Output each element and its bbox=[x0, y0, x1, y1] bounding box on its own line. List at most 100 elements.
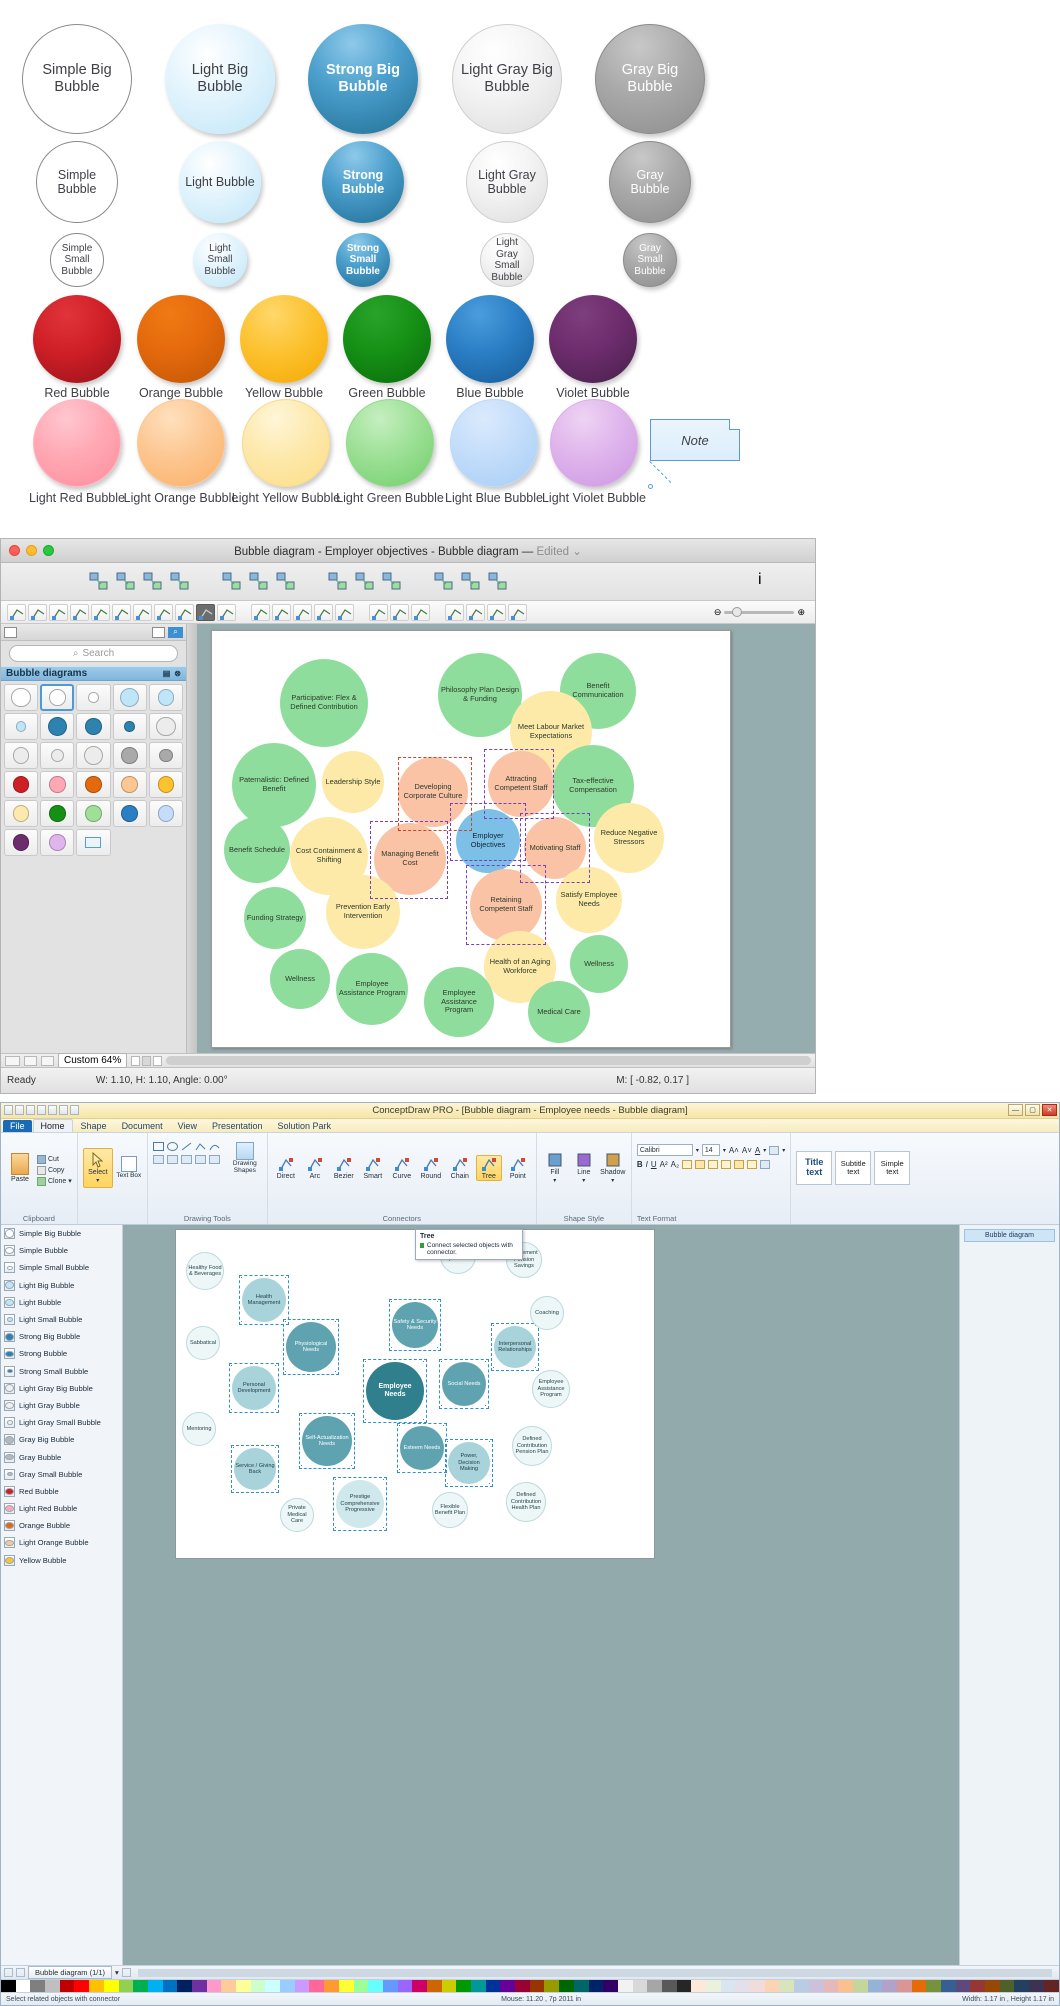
selection-box[interactable] bbox=[283, 1319, 339, 1375]
bubble-lred[interactable] bbox=[33, 399, 121, 487]
palette-swatch[interactable] bbox=[426, 1980, 442, 1992]
windows-canvas[interactable]: Employee Needs Physiological Needs Safety … bbox=[123, 1225, 959, 1965]
zoom-slider-track[interactable] bbox=[724, 606, 795, 617]
connector-smart-button[interactable]: Smart bbox=[360, 1156, 386, 1180]
shrink-font-icon[interactable]: A˅ bbox=[742, 1146, 752, 1155]
bubble-node[interactable]: Wellness bbox=[270, 949, 330, 1009]
stencil-item-lgray[interactable] bbox=[40, 742, 75, 769]
distribute-icon[interactable] bbox=[166, 1155, 178, 1164]
rectangle-tool-icon[interactable] bbox=[152, 1142, 164, 1151]
bubble-node[interactable]: Coaching bbox=[530, 1296, 564, 1330]
palette-swatch[interactable] bbox=[456, 1980, 471, 1992]
stencil-item-note[interactable] bbox=[76, 829, 111, 856]
bubble-node[interactable]: Private Medical Care bbox=[280, 1498, 314, 1532]
bubble-light-small-bubble[interactable]: Light Small Bubble bbox=[193, 233, 247, 287]
copy-button[interactable]: Copy bbox=[37, 1165, 72, 1175]
palette-swatch[interactable] bbox=[30, 1980, 46, 1992]
hscroll-track[interactable] bbox=[166, 1056, 811, 1065]
stencil-list-item[interactable]: Yellow Bubble bbox=[1, 1552, 122, 1569]
palette-swatch[interactable] bbox=[368, 1980, 383, 1992]
pointer-tool-icon[interactable] bbox=[7, 603, 26, 621]
angle-icon[interactable] bbox=[293, 603, 312, 621]
maximize-button[interactable]: ▢ bbox=[1025, 1104, 1040, 1116]
pause-icon[interactable] bbox=[5, 1055, 20, 1066]
palette-swatch[interactable] bbox=[382, 1980, 398, 1992]
bubble-lviolet[interactable] bbox=[550, 399, 638, 487]
palette-swatch[interactable] bbox=[15, 1980, 31, 1992]
stencil-list-item[interactable]: Strong Bubble bbox=[1, 1345, 122, 1362]
bubble-green[interactable] bbox=[343, 295, 431, 383]
stencil-list-item[interactable]: Simple Small Bubble bbox=[1, 1259, 122, 1276]
palette-swatch[interactable] bbox=[118, 1980, 134, 1992]
palette-swatch[interactable] bbox=[1043, 1980, 1059, 1992]
quick-style-subtitle-text[interactable]: Subtitle text bbox=[835, 1151, 872, 1185]
rotate-icon[interactable] bbox=[194, 1155, 206, 1164]
bubble-red[interactable] bbox=[33, 295, 121, 383]
superscript-icon[interactable]: A² bbox=[660, 1160, 668, 1169]
eyedropper-icon[interactable] bbox=[508, 603, 527, 621]
stencil-list-item[interactable]: Gray Big Bubble bbox=[1, 1431, 122, 1448]
arc-connector-icon[interactable] bbox=[112, 603, 131, 621]
palette-swatch[interactable] bbox=[867, 1980, 883, 1992]
ribbon-tab-file[interactable]: File bbox=[3, 1120, 32, 1132]
palette-swatch[interactable] bbox=[882, 1980, 897, 1992]
bubble-light-gray-big-bubble[interactable]: Light Gray Big Bubble bbox=[452, 24, 562, 134]
stencil-item-gray[interactable] bbox=[148, 742, 183, 769]
palette-swatch[interactable] bbox=[691, 1980, 706, 1992]
diagram-page[interactable]: Participative: Flex & Defined Contributi… bbox=[211, 630, 731, 1048]
quick-style-title-text[interactable]: Title text bbox=[796, 1151, 833, 1185]
stencil-item-light[interactable] bbox=[112, 684, 147, 711]
window-controls[interactable]: — ▢ ✕ bbox=[1008, 1104, 1057, 1116]
align-middle-icon[interactable] bbox=[734, 1160, 745, 1169]
connector-arc-button[interactable]: Arc bbox=[302, 1156, 328, 1180]
list-view-icon[interactable] bbox=[4, 626, 17, 638]
bubble-yellow[interactable] bbox=[240, 295, 328, 383]
palette-swatch[interactable] bbox=[573, 1980, 589, 1992]
prev-page-icon[interactable] bbox=[24, 1055, 37, 1066]
stencil-item-lviolet[interactable] bbox=[40, 829, 75, 856]
palette-swatch[interactable] bbox=[471, 1980, 486, 1992]
save-icon[interactable] bbox=[15, 1105, 24, 1115]
stencil-list-item[interactable]: Light Big Bubble bbox=[1, 1277, 122, 1294]
align-top-icon[interactable] bbox=[721, 1160, 732, 1169]
align-icon[interactable] bbox=[152, 1155, 164, 1164]
bubble-node[interactable]: Wellness bbox=[570, 935, 628, 993]
mindmap-icon[interactable] bbox=[142, 571, 164, 593]
bubble-node[interactable]: Philosophy Plan Design & Funding bbox=[438, 653, 522, 737]
bubble-violet[interactable] bbox=[549, 295, 637, 383]
palette-swatch[interactable] bbox=[603, 1980, 618, 1992]
zoom-level-field[interactable]: Custom 64% bbox=[58, 1053, 128, 1068]
mac-title-chevron-icon[interactable]: ⌄ bbox=[572, 546, 582, 558]
text-direction-icon[interactable] bbox=[760, 1160, 771, 1169]
minimize-button[interactable]: — bbox=[1008, 1104, 1023, 1116]
stencil-list-item[interactable]: Gray Bubble bbox=[1, 1448, 122, 1465]
connector-direct-button[interactable]: Direct bbox=[273, 1156, 299, 1180]
selection-box[interactable] bbox=[370, 821, 448, 899]
mac-main-toolbar[interactable]: i bbox=[1, 563, 815, 601]
palette-swatch[interactable] bbox=[191, 1980, 207, 1992]
point-connector-icon[interactable] bbox=[217, 603, 236, 621]
palette-swatch[interactable] bbox=[999, 1980, 1015, 1992]
bold-icon[interactable]: B bbox=[637, 1160, 643, 1169]
hscroll-track[interactable] bbox=[137, 1968, 1052, 1977]
stencil-list-item[interactable]: Red Bubble bbox=[1, 1483, 122, 1500]
chevron-down-icon[interactable]: ▾ bbox=[582, 1177, 585, 1184]
bubble-node[interactable]: Mentoring bbox=[182, 1412, 216, 1446]
flip-icon[interactable] bbox=[208, 1155, 220, 1164]
palette-swatch[interactable] bbox=[265, 1980, 281, 1992]
drawing-shapes-button[interactable]: Drawing Shapes bbox=[228, 1142, 262, 1174]
bubble-node[interactable]: Defined Contribution Pension Plan bbox=[512, 1426, 552, 1466]
close-button[interactable]: ✕ bbox=[1042, 1104, 1057, 1116]
bubble-node[interactable]: Employee Assistance Program bbox=[424, 967, 494, 1037]
ribbon[interactable]: Paste Cut Copy Clone ▾ Clipboard Select … bbox=[1, 1133, 1059, 1225]
palette-swatch[interactable] bbox=[1, 1980, 16, 1992]
palette-swatch[interactable] bbox=[412, 1980, 427, 1992]
bubble-light-big-bubble[interactable]: Light Big Bubble bbox=[165, 24, 275, 134]
print-icon[interactable] bbox=[48, 1105, 57, 1115]
connector-curve-button[interactable]: Curve bbox=[389, 1156, 415, 1180]
grow-font-icon[interactable]: A˄ bbox=[729, 1146, 739, 1155]
group-shapes-icon[interactable] bbox=[411, 603, 430, 621]
align-left-icon[interactable] bbox=[682, 1160, 693, 1169]
quick-access-toolbar[interactable] bbox=[4, 1105, 79, 1115]
note-shape[interactable]: Note bbox=[650, 419, 740, 461]
